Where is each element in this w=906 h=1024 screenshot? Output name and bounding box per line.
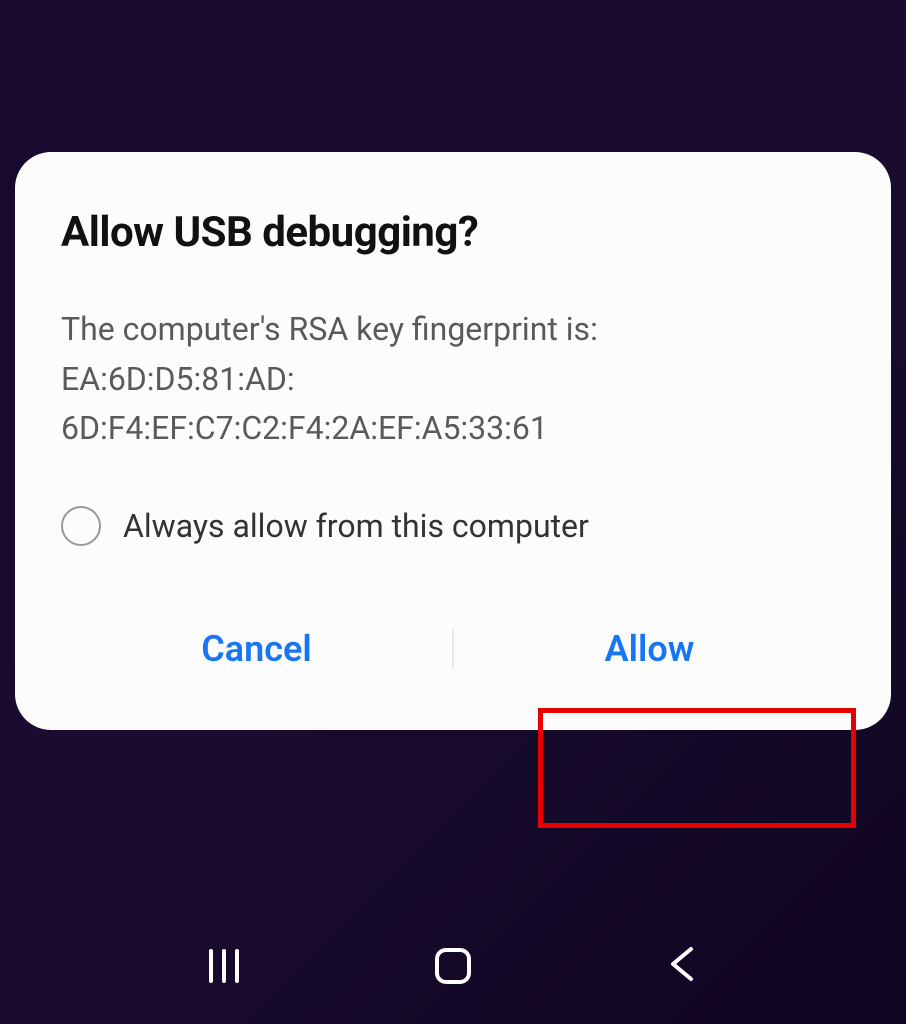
- dialog-button-row: Cancel Allow: [61, 608, 845, 690]
- dialog-message: The computer's RSA key fingerprint is:EA…: [61, 305, 845, 454]
- dialog-title: Allow USB debugging?: [61, 208, 845, 257]
- radio-unchecked-icon[interactable]: [61, 506, 101, 546]
- home-button[interactable]: [423, 936, 483, 996]
- recents-button[interactable]: [194, 936, 254, 996]
- allow-button[interactable]: Allow: [454, 608, 845, 690]
- back-button[interactable]: [652, 936, 712, 996]
- usb-debugging-dialog: Allow USB debugging? The computer's RSA …: [15, 152, 891, 730]
- back-icon: [667, 945, 697, 987]
- checkbox-label: Always allow from this computer: [123, 507, 589, 545]
- always-allow-row[interactable]: Always allow from this computer: [61, 506, 845, 546]
- recents-icon: [209, 949, 239, 983]
- cancel-button[interactable]: Cancel: [61, 608, 452, 690]
- navigation-bar: [0, 936, 906, 996]
- home-icon: [435, 948, 471, 984]
